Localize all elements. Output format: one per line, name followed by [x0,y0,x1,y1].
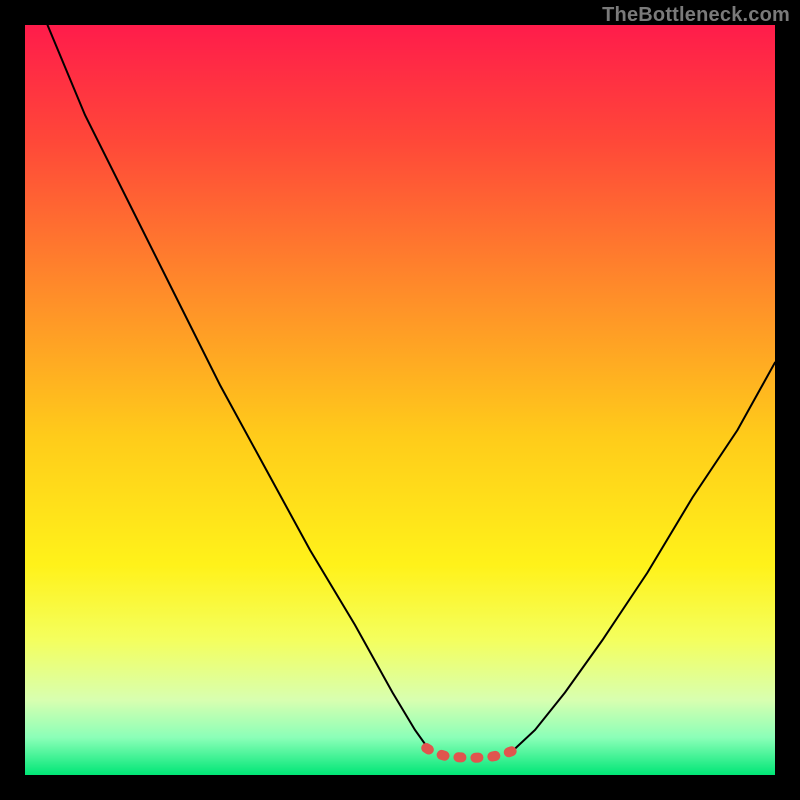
chart-plot-area [25,25,775,775]
chart-stage: TheBottleneck.com [0,0,800,800]
watermark-text: TheBottleneck.com [602,4,790,27]
chart-background [25,25,775,775]
chart-svg [25,25,775,775]
